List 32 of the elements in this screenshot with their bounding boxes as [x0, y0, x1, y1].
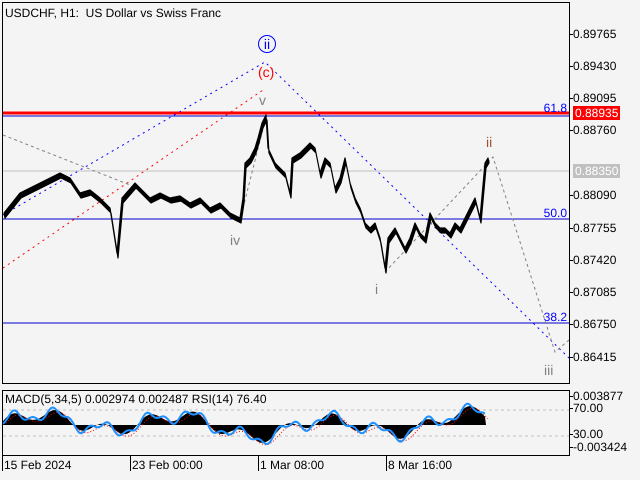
price-axis-label: 0.89095	[570, 92, 616, 104]
indicator-axis-label: 70.00	[570, 402, 604, 414]
wave-label: v	[259, 93, 266, 107]
wave-label: (c)	[258, 65, 274, 79]
price-axis-label: 0.87085	[570, 286, 616, 298]
time-axis-label: 15 Feb 2024	[2, 456, 72, 471]
indicator-axis-label: 30.00	[570, 428, 604, 440]
fibonacci-level-label: 50.0	[544, 207, 567, 219]
indicator-axis-label: 0.003877	[570, 390, 624, 402]
chart-title: USDCHF, H1: US Dollar vs Swiss Franc	[5, 5, 222, 22]
wave-label: i	[375, 282, 378, 296]
indicator-axis-label: -0.003424	[570, 441, 628, 453]
time-axis-label: 23 Feb 00:00	[130, 456, 203, 471]
price-axis-label: 0.88760	[570, 124, 616, 136]
price-axis-label: 0.86415	[570, 351, 616, 363]
price-axis-label: 0.88090	[570, 189, 616, 201]
wave-label: ii	[258, 35, 276, 53]
indicator-title: MACD(5,34,5) 0.002974 0.002487 RSI(14) 76.40	[5, 393, 266, 405]
wave-label: ii	[486, 135, 492, 149]
price-axis-label: 0.86750	[570, 318, 616, 330]
price-axis-label: 0.89430	[570, 60, 616, 72]
price-tag: 0.88350	[573, 164, 620, 178]
wave-label: iii	[544, 363, 554, 377]
wave-label: iv	[230, 233, 240, 247]
time-axis-label: 1 Mar 08:00	[258, 456, 324, 471]
price-axis-label: 0.87755	[570, 222, 616, 234]
price-axis-label: 0.89765	[570, 28, 616, 40]
fibonacci-level-label: 38.2	[544, 311, 567, 323]
price-tag: 0.88935	[573, 106, 620, 120]
fibonacci-level-label: 61.8	[544, 102, 567, 114]
time-axis-label: 8 Mar 16:00	[386, 456, 452, 471]
price-axis-label: 0.87420	[570, 254, 616, 266]
